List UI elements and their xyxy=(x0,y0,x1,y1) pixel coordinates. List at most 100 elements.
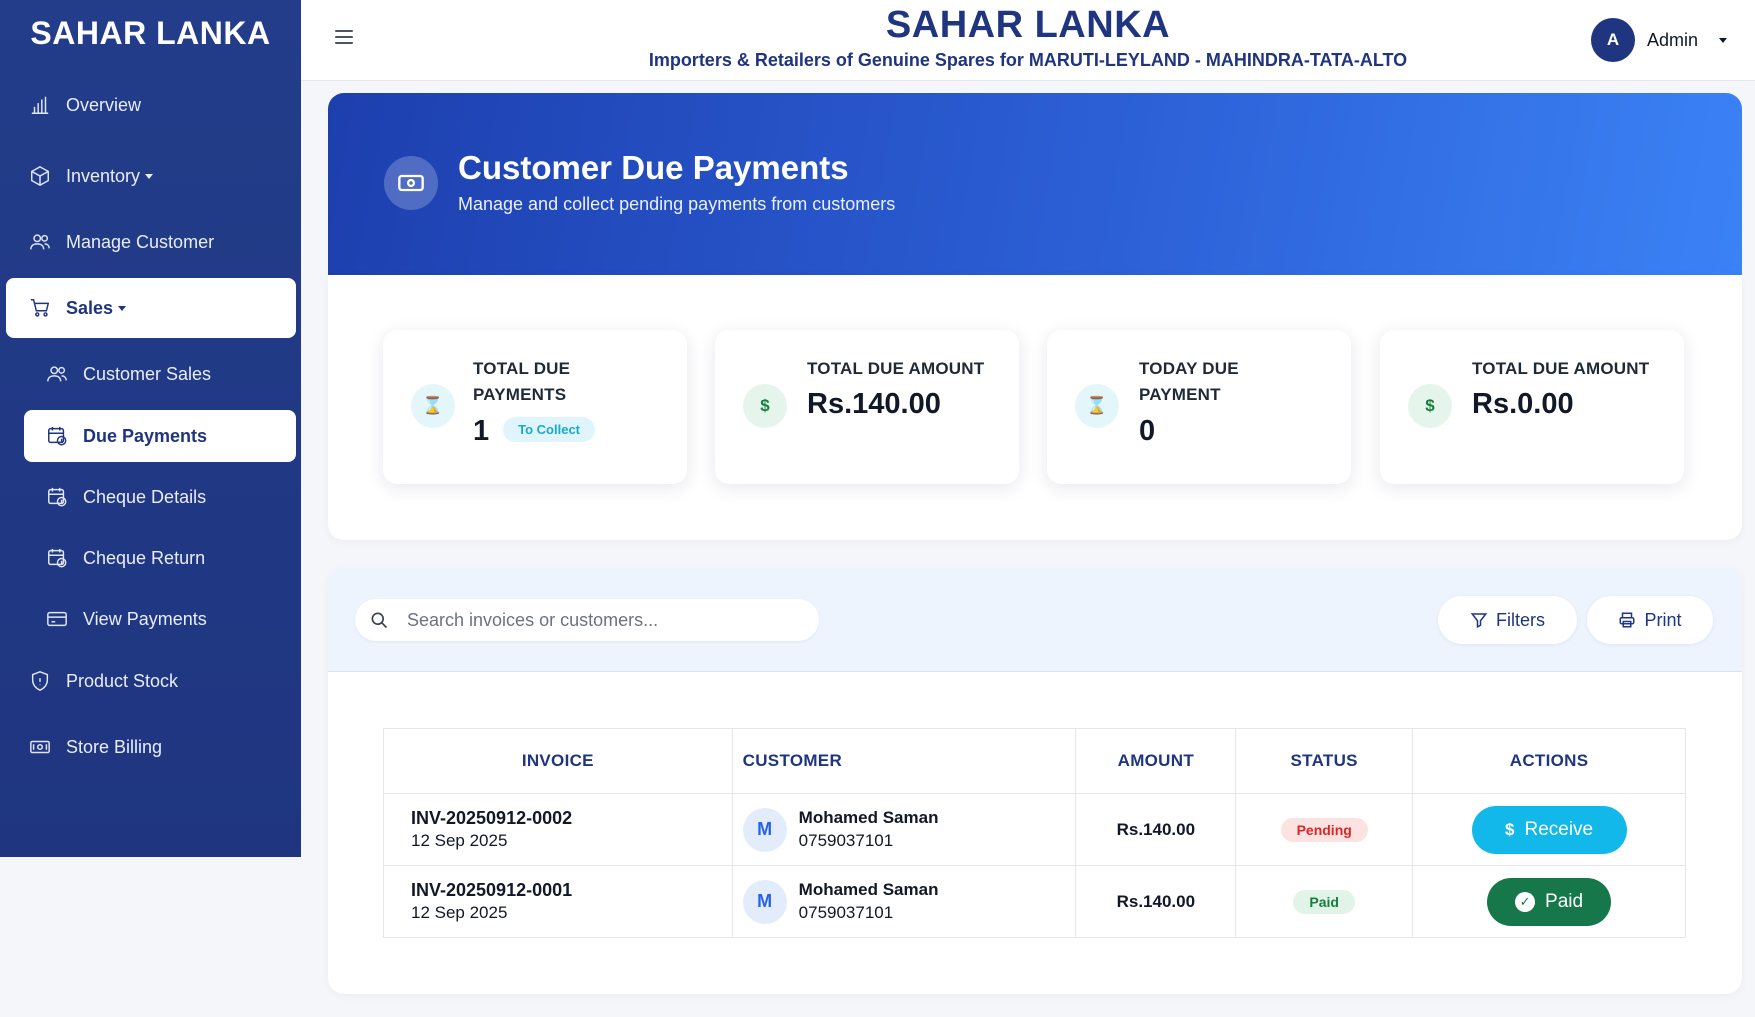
avatar: A xyxy=(1590,18,1635,62)
user-name: Admin xyxy=(1646,29,1698,50)
invoice-number: INV-20250912-0001 xyxy=(411,880,573,900)
receive-button[interactable]: $ Receive xyxy=(1471,805,1627,854)
sidebar-item-label: Sales xyxy=(66,297,114,318)
print-button[interactable]: Print xyxy=(1587,596,1713,644)
invoice-cell: INV-20250912-0002 12 Sep 2025 xyxy=(383,793,733,866)
status-badge: Paid xyxy=(1293,889,1355,914)
customer-cell: M Mohamed Saman 0759037101 xyxy=(731,793,1077,866)
invoice-cell: INV-20250912-0001 12 Sep 2025 xyxy=(383,865,733,938)
status-cell: Pending xyxy=(1235,793,1414,866)
header-subtitle: Importers & Retailers of Genuine Spares … xyxy=(648,50,1408,70)
chevron-down-icon xyxy=(1719,37,1727,43)
cash-icon xyxy=(28,735,52,759)
calendar-money-icon xyxy=(45,485,69,509)
stat-value: 1 To Collect xyxy=(473,415,596,448)
dollar-icon: $ xyxy=(1505,819,1515,839)
brand-logo[interactable]: SAHAR LANKA xyxy=(0,0,301,66)
search-box[interactable] xyxy=(355,599,819,641)
amount-cell: Rs.140.00 xyxy=(1075,865,1237,938)
cart-icon xyxy=(28,296,52,320)
sidebar-subitem-view-payments[interactable]: View Payments xyxy=(24,593,296,645)
search-input[interactable] xyxy=(407,609,787,631)
customer-name: Mohamed Saman xyxy=(798,808,939,827)
hourglass-icon: ⌛ xyxy=(1075,384,1119,428)
sidebar-item-inventory[interactable]: Inventory xyxy=(6,146,296,206)
sidebar-item-label: Product Stock xyxy=(66,670,179,691)
customer-avatar: M xyxy=(742,807,787,852)
customer-cell: M Mohamed Saman 0759037101 xyxy=(731,865,1077,938)
stat-label: TOTAL DUE AMOUNT xyxy=(1472,359,1650,378)
status-badge: To Collect xyxy=(503,416,596,442)
due-payments-table: INVOICE CUSTOMER AMOUNT STATUS ACTIONS I… xyxy=(383,728,1686,938)
customer-phone: 0759037101 xyxy=(798,831,894,850)
sidebar-item-product-stock[interactable]: Product Stock xyxy=(6,651,296,711)
user-menu[interactable]: A Admin xyxy=(1590,18,1727,62)
top-header: SAHAR LANKA Importers & Retailers of Gen… xyxy=(301,0,1755,81)
invoice-date: 12 Sep 2025 xyxy=(411,831,508,850)
sidebar-subitem-cheque-return[interactable]: Cheque Return xyxy=(24,532,296,584)
table-row: INV-20250912-0001 12 Sep 2025 M Mohamed … xyxy=(383,865,1686,938)
stat-card-total-due-amount: $ TOTAL DUE AMOUNT Rs.140.00 xyxy=(715,330,1019,484)
stat-label: TOTAL DUE PAYMENTS xyxy=(473,359,571,404)
sidebar-item-label: Overview xyxy=(66,94,142,115)
sidebar-item-overview[interactable]: Overview xyxy=(6,75,296,135)
table-row: INV-20250912-0002 12 Sep 2025 M Mohamed … xyxy=(383,793,1686,866)
filters-button[interactable]: Filters xyxy=(1438,596,1577,644)
due-payments-panel: Filters Print INVOICE CUSTOMER AMOUNT ST… xyxy=(328,567,1742,994)
status-badge: Pending xyxy=(1280,817,1368,842)
sidebar-item-label: Manage Customer xyxy=(66,231,215,252)
sidebar-subitem-label: Cheque Details xyxy=(83,486,207,507)
sidebar-subitem-label: View Payments xyxy=(83,608,207,629)
actions-cell: ✓ Paid xyxy=(1412,865,1686,938)
sidebar-subitem-customer-sales[interactable]: Customer Sales xyxy=(24,348,296,400)
cash-icon xyxy=(384,156,438,210)
sidebar-subitem-due-payments[interactable]: Due Payments xyxy=(24,410,296,462)
chevron-down-icon xyxy=(118,305,127,311)
sidebar-item-store-billing[interactable]: Store Billing xyxy=(6,717,296,777)
shield-icon xyxy=(28,669,52,693)
page-title: Customer Due Payments xyxy=(458,149,849,186)
column-header-amount[interactable]: AMOUNT xyxy=(1075,728,1237,794)
header-title: SAHAR LANKA xyxy=(885,4,1171,46)
customer-phone: 0759037101 xyxy=(798,903,894,922)
users-icon xyxy=(28,230,52,254)
box-icon xyxy=(28,164,52,188)
bar-chart-icon xyxy=(28,93,52,117)
sidebar-item-label: Inventory xyxy=(66,165,141,186)
page-subtitle: Manage and collect pending payments from… xyxy=(458,194,896,214)
paid-button[interactable]: ✓ Paid xyxy=(1487,877,1612,926)
table-toolbar: Filters Print xyxy=(328,567,1742,672)
sidebar-subitem-cheque-details[interactable]: Cheque Details xyxy=(24,471,296,523)
stat-value: Rs.140.00 xyxy=(807,388,941,420)
sidebar-item-label: Store Billing xyxy=(66,736,163,757)
column-header-invoice[interactable]: INVOICE xyxy=(383,728,733,794)
stat-label: TODAY DUE PAYMENT xyxy=(1139,359,1239,404)
sidebar-item-manage-customer[interactable]: Manage Customer xyxy=(6,212,296,272)
sidebar-item-sales[interactable]: Sales xyxy=(6,278,296,338)
stat-value: 0 xyxy=(1139,415,1156,447)
stat-card-total-due-amount-2: $ TOTAL DUE AMOUNT Rs.0.00 xyxy=(1380,330,1684,484)
stat-card-total-due-payments: ⌛ TOTAL DUE PAYMENTS 1 To Collect xyxy=(383,330,687,484)
stat-label: TOTAL DUE AMOUNT xyxy=(807,359,985,378)
column-header-customer[interactable]: CUSTOMER xyxy=(731,728,1077,794)
card-icon xyxy=(45,607,69,631)
users-icon xyxy=(45,362,69,386)
sidebar-subitem-label: Cheque Return xyxy=(83,547,206,568)
chevron-down-icon xyxy=(145,173,154,179)
sidebar: SAHAR LANKA Overview Inventory Manage Cu… xyxy=(0,0,301,857)
printer-icon xyxy=(1619,612,1635,628)
search-icon xyxy=(371,612,388,629)
stat-card-today-due-payment: ⌛ TODAY DUE PAYMENT 0 xyxy=(1047,330,1351,484)
column-header-actions: ACTIONS xyxy=(1412,728,1686,794)
customer-name: Mohamed Saman xyxy=(798,880,939,899)
dollar-icon: $ xyxy=(743,384,787,428)
column-header-status[interactable]: STATUS xyxy=(1235,728,1414,794)
page-hero: Customer Due Payments Manage and collect… xyxy=(328,93,1742,275)
filter-icon xyxy=(1470,613,1488,628)
sidebar-subitem-label: Customer Sales xyxy=(83,363,212,384)
status-cell: Paid xyxy=(1235,865,1414,938)
calendar-money-icon xyxy=(45,546,69,570)
stats-panel: ⌛ TOTAL DUE PAYMENTS 1 To Collect $ TOTAL … xyxy=(328,275,1742,540)
invoice-number: INV-20250912-0002 xyxy=(411,808,573,828)
dollar-icon: $ xyxy=(1408,384,1452,428)
